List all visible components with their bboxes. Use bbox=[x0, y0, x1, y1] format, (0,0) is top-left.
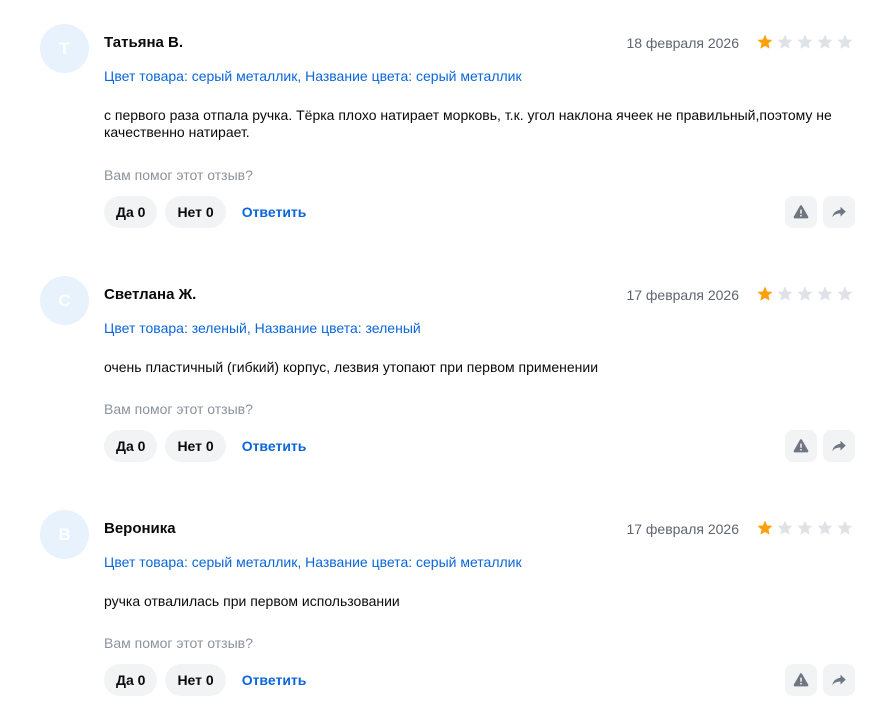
vote-no-button[interactable]: Нет 0 bbox=[165, 664, 226, 696]
star-icon bbox=[797, 34, 813, 49]
star-icon bbox=[777, 34, 793, 49]
review-variant-link[interactable]: Цвет товара: серый металлик, Название цв… bbox=[104, 67, 522, 85]
report-button[interactable] bbox=[785, 430, 817, 462]
review-variant-link[interactable]: Цвет товара: серый металлик, Название цв… bbox=[104, 553, 522, 571]
star-icon bbox=[837, 286, 853, 301]
helpful-question: Вам помог этот отзыв? bbox=[104, 401, 253, 417]
review-text: ручка отвалилась при первом использовани… bbox=[104, 593, 400, 609]
reply-button[interactable]: Ответить bbox=[242, 204, 307, 220]
rating-stars bbox=[756, 33, 854, 51]
warning-triangle-icon bbox=[793, 439, 809, 453]
review-date: 18 февраля 2026 bbox=[626, 35, 739, 51]
share-arrow-icon bbox=[832, 674, 846, 686]
avatar: С bbox=[40, 276, 89, 325]
review-card: В Вероника 17 февраля 2026 Цвет товара: … bbox=[0, 510, 894, 720]
review-actions: Да 0 Нет 0 Ответить bbox=[104, 196, 306, 228]
review-author: Светлана Ж. bbox=[104, 286, 197, 303]
share-button[interactable] bbox=[823, 664, 855, 696]
report-button[interactable] bbox=[785, 664, 817, 696]
review-variant-link[interactable]: Цвет товара: зеленый, Название цвета: зе… bbox=[104, 319, 421, 337]
review-author: Татьяна В. bbox=[104, 34, 184, 51]
star-icon bbox=[817, 520, 833, 535]
report-button[interactable] bbox=[785, 196, 817, 228]
rating-stars bbox=[756, 519, 854, 537]
review-date: 17 февраля 2026 bbox=[626, 521, 739, 537]
star-icon bbox=[757, 34, 773, 49]
star-icon bbox=[757, 520, 773, 535]
review-text: очень пластичный (гибкий) корпус, лезвия… bbox=[104, 359, 599, 375]
star-icon bbox=[837, 520, 853, 535]
review-date: 17 февраля 2026 bbox=[626, 287, 739, 303]
star-icon bbox=[777, 520, 793, 535]
vote-yes-button[interactable]: Да 0 bbox=[104, 430, 158, 462]
reply-button[interactable]: Ответить bbox=[242, 672, 307, 688]
star-icon bbox=[837, 34, 853, 49]
share-arrow-icon bbox=[832, 206, 846, 218]
review-card: Т Татьяна В. 18 февраля 2026 Цвет товара… bbox=[0, 24, 894, 234]
review-card: С Светлана Ж. 17 февраля 2026 Цвет товар… bbox=[0, 276, 894, 486]
rating-stars bbox=[756, 285, 854, 303]
star-icon bbox=[757, 286, 773, 301]
helpful-question: Вам помог этот отзыв? bbox=[104, 167, 253, 183]
vote-yes-button[interactable]: Да 0 bbox=[104, 664, 158, 696]
reply-button[interactable]: Ответить bbox=[242, 438, 307, 454]
avatar: Т bbox=[40, 24, 89, 73]
star-icon bbox=[817, 286, 833, 301]
share-button[interactable] bbox=[823, 430, 855, 462]
vote-yes-button[interactable]: Да 0 bbox=[104, 196, 158, 228]
vote-no-button[interactable]: Нет 0 bbox=[165, 196, 226, 228]
review-actions: Да 0 Нет 0 Ответить bbox=[104, 430, 306, 462]
review-text: с первого раза отпала ручка. Тёрка плохо… bbox=[104, 107, 832, 140]
star-icon bbox=[797, 520, 813, 535]
star-icon bbox=[777, 286, 793, 301]
share-button[interactable] bbox=[823, 196, 855, 228]
helpful-question: Вам помог этот отзыв? bbox=[104, 635, 253, 651]
review-actions: Да 0 Нет 0 Ответить bbox=[104, 664, 306, 696]
warning-triangle-icon bbox=[793, 673, 809, 687]
warning-triangle-icon bbox=[793, 205, 809, 219]
avatar: В bbox=[40, 510, 89, 559]
star-icon bbox=[817, 34, 833, 49]
review-author: Вероника bbox=[104, 520, 176, 537]
vote-no-button[interactable]: Нет 0 bbox=[165, 430, 226, 462]
share-arrow-icon bbox=[832, 440, 846, 452]
star-icon bbox=[797, 286, 813, 301]
